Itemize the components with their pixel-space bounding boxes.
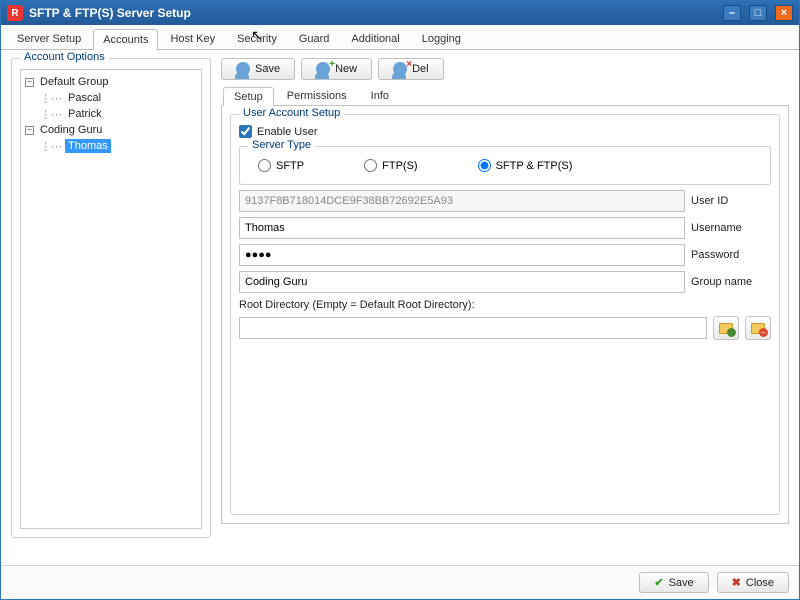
main-tabs: Server Setup Accounts Host Key Security … — [1, 25, 799, 50]
user-id-field — [239, 190, 685, 212]
subtab-setup[interactable]: Setup — [223, 87, 274, 106]
subtab-info[interactable]: Info — [360, 86, 400, 105]
footer-save-button[interactable]: ✔ Save — [639, 572, 708, 593]
sub-tabs: Setup Permissions Info — [221, 86, 789, 106]
clear-folder-button[interactable] — [745, 316, 771, 340]
tab-logging[interactable]: Logging — [412, 28, 471, 49]
button-label: Save — [669, 577, 694, 589]
radio-label: FTP(S) — [382, 160, 417, 172]
tree-label[interactable]: Coding Guru — [37, 123, 105, 137]
maximize-button[interactable]: □ — [749, 5, 767, 21]
tab-host-key[interactable]: Host Key — [160, 28, 225, 49]
account-toolbar: Save New Del — [221, 58, 789, 80]
radio-ftps[interactable]: FTP(S) — [364, 159, 417, 172]
footer-close-button[interactable]: ✖ Close — [717, 572, 789, 593]
root-dir-field[interactable] — [239, 317, 707, 339]
save-button[interactable]: Save — [221, 58, 295, 80]
minimize-button[interactable]: – — [723, 5, 741, 21]
folder-remove-icon — [751, 323, 765, 334]
app-icon: R — [7, 5, 23, 21]
new-button[interactable]: New — [301, 58, 372, 80]
group-name-field[interactable] — [239, 271, 685, 293]
tree-label[interactable]: Pascal — [65, 91, 104, 105]
password-field[interactable] — [239, 244, 685, 266]
tab-guard[interactable]: Guard — [289, 28, 340, 49]
expander-icon[interactable]: – — [25, 126, 34, 135]
server-type-legend: Server Type — [248, 139, 315, 151]
account-options-panel: Account Options – Default Group ⋮⋯ Pasca… — [11, 58, 211, 538]
tab-server-setup[interactable]: Server Setup — [7, 28, 91, 49]
account-setup-panel: User Account Setup Enable User Server Ty… — [221, 106, 789, 524]
button-label: New — [335, 63, 357, 75]
root-dir-label: Root Directory (Empty = Default Root Dir… — [239, 299, 771, 311]
radio-label: SFTP & FTP(S) — [496, 160, 573, 172]
group-name-label: Group name — [691, 276, 771, 288]
radio-input[interactable] — [258, 159, 271, 172]
del-button[interactable]: Del — [378, 58, 444, 80]
folder-add-icon — [719, 323, 733, 334]
tab-security[interactable]: Security — [227, 28, 287, 49]
check-icon: ✔ — [654, 576, 663, 589]
checkbox-label: Enable User — [257, 126, 318, 138]
fieldset-legend: User Account Setup — [239, 107, 344, 119]
tree-item-patrick[interactable]: ⋮⋯ Patrick — [25, 106, 197, 122]
radio-label: SFTP — [276, 160, 304, 172]
tab-additional[interactable]: Additional — [341, 28, 409, 49]
button-label: Close — [746, 577, 774, 589]
radio-input[interactable] — [364, 159, 377, 172]
password-label: Password — [691, 249, 771, 261]
dialog-footer: ✔ Save ✖ Close — [1, 565, 799, 599]
tree-item-pascal[interactable]: ⋮⋯ Pascal — [25, 90, 197, 106]
radio-input[interactable] — [478, 159, 491, 172]
enable-user-checkbox[interactable]: Enable User — [239, 125, 771, 138]
username-label: Username — [691, 222, 771, 234]
user-save-icon — [236, 62, 250, 76]
server-type-fieldset: Server Type SFTP FTP(S) — [239, 146, 771, 185]
browse-folder-button[interactable] — [713, 316, 739, 340]
tree-item-thomas[interactable]: ⋮⋯ Thomas — [25, 138, 197, 154]
tab-accounts[interactable]: Accounts — [93, 29, 158, 50]
close-icon: ✖ — [732, 576, 741, 589]
user-id-label: User ID — [691, 195, 771, 207]
button-label: Save — [255, 63, 280, 75]
user-account-setup-fieldset: User Account Setup Enable User Server Ty… — [230, 114, 780, 515]
expander-icon[interactable]: – — [25, 78, 34, 87]
tree-label[interactable]: Thomas — [65, 139, 111, 153]
enable-user-input[interactable] — [239, 125, 252, 138]
user-add-icon — [316, 62, 330, 76]
close-window-button[interactable]: × — [775, 5, 793, 21]
subtab-permissions[interactable]: Permissions — [276, 86, 358, 105]
username-field[interactable] — [239, 217, 685, 239]
radio-sftp-ftps[interactable]: SFTP & FTP(S) — [478, 159, 573, 172]
tree-label[interactable]: Patrick — [65, 107, 105, 121]
button-label: Del — [412, 63, 429, 75]
tree-group-default[interactable]: – Default Group — [25, 74, 197, 90]
tree-label[interactable]: Default Group — [37, 75, 111, 89]
account-tree[interactable]: – Default Group ⋮⋯ Pascal ⋮⋯ Patrick – C… — [20, 69, 202, 529]
tree-group-coding-guru[interactable]: – Coding Guru — [25, 122, 197, 138]
window-title: SFTP & FTP(S) Server Setup — [29, 6, 715, 20]
user-delete-icon — [393, 62, 407, 76]
titlebar: R SFTP & FTP(S) Server Setup – □ × — [1, 1, 799, 25]
radio-sftp[interactable]: SFTP — [258, 159, 304, 172]
tree-legend: Account Options — [20, 51, 109, 63]
